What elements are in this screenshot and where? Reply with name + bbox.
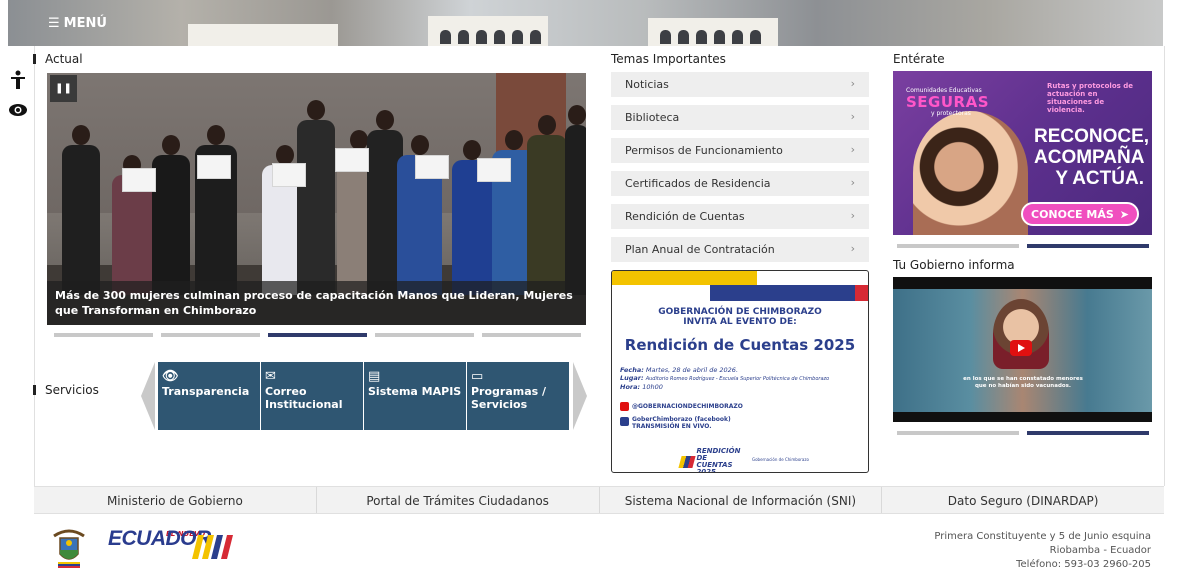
promo-headline: RECONOCE, ACOMPAÑA Y ACTÚA. <box>1034 126 1150 189</box>
gobierno-dots <box>897 431 1149 435</box>
slide-dot-active[interactable] <box>1027 431 1149 435</box>
envelope-icon: ✉ <box>265 369 276 384</box>
slide-dot[interactable] <box>54 333 153 337</box>
footer-link-dato-seguro[interactable]: Dato Seguro (DINARDAP) <box>882 487 1164 513</box>
poster-details: Fecha: Martes, 28 de abril de 2026. Luga… <box>620 366 830 391</box>
slide-dot[interactable] <box>897 244 1019 248</box>
eye-icon: 👁 <box>162 369 179 384</box>
flag-stripes-icon <box>192 535 233 559</box>
promo-right-top: Rutas y protocolos de actuación en situa… <box>1047 82 1134 114</box>
poster-org: GOBERNACIÓN DE CHIMBORAZO INVITA AL EVENT… <box>658 307 822 327</box>
pause-icon: ❚❚ <box>55 83 72 94</box>
person-accessibility-icon[interactable] <box>8 70 28 90</box>
section-title-actual: Actual <box>33 52 83 66</box>
slide-dot-active[interactable] <box>268 333 367 337</box>
chevron-right-icon: › <box>850 209 855 222</box>
video-subtitle: en los que se han constatado menores que… <box>963 376 1083 389</box>
slide-dot[interactable] <box>897 431 1019 435</box>
facebook-icon <box>620 417 629 426</box>
cursor-icon: ➤ <box>1119 207 1129 221</box>
enterate-dots <box>897 244 1149 248</box>
conoce-mas-button[interactable]: CONOCE MÁS ➤ <box>1021 202 1139 226</box>
service-correo[interactable]: ✉ Correo Institucional <box>261 362 363 430</box>
service-transparencia[interactable]: 👁 Transparencia <box>158 362 260 430</box>
service-programas[interactable]: ▭ Programas / Servicios <box>467 362 569 430</box>
section-title-servicios: Servicios <box>33 383 99 397</box>
play-button[interactable] <box>1010 340 1032 356</box>
chevron-right-icon: › <box>850 176 855 189</box>
book-icon: ▤ <box>368 369 381 384</box>
slide-dot[interactable] <box>161 333 260 337</box>
footer-link-ministerio[interactable]: Ministerio de Gobierno <box>34 487 317 513</box>
banner-building <box>188 24 338 46</box>
coat-of-arms-icon <box>50 526 88 570</box>
footer-address: Primera Constituyente y 5 de Junio esqui… <box>934 531 1151 570</box>
slider-dots <box>54 333 581 337</box>
footer-links: Ministerio de Gobierno Portal de Trámite… <box>34 486 1164 514</box>
youtube-icon <box>620 402 629 411</box>
promo-small2: y protectoras <box>931 110 971 117</box>
footer-link-sni[interactable]: Sistema Nacional de Información (SNI) <box>600 487 883 513</box>
folder-icon: ▭ <box>471 369 484 384</box>
enterate-promo-banner[interactable]: Comunidades Educativas SEGURAS y protect… <box>893 71 1152 235</box>
tema-biblioteca[interactable]: Biblioteca › <box>611 105 869 130</box>
tema-plan-anual[interactable]: Plan Anual de Contratación › <box>611 237 869 262</box>
slide-caption[interactable]: Más de 300 mujeres culminan proceso de c… <box>47 281 586 325</box>
tema-certificados[interactable]: Certificados de Residencia › <box>611 171 869 196</box>
tema-rendicion[interactable]: Rendición de Cuentas › <box>611 204 869 229</box>
promo-big: SEGURAS <box>906 93 990 111</box>
poster-event-title: Rendición de Cuentas 2025 <box>624 336 856 354</box>
section-title-gobierno: Tu Gobierno informa <box>893 258 1015 272</box>
chevron-right-icon: › <box>850 77 855 90</box>
play-icon <box>1017 344 1025 352</box>
poster-logo-sub: Gobernación de Chimborazo <box>752 457 809 462</box>
menu-label: MENÚ <box>63 16 107 31</box>
slide-dot-active[interactable] <box>1027 244 1149 248</box>
footer-link-portal[interactable]: Portal de Trámites Ciudadanos <box>317 487 600 513</box>
service-mapis[interactable]: ▤ Sistema MAPIS <box>364 362 466 430</box>
poster-logo: RENDICIÓN DE CUENTAS 2025 <box>678 448 744 472</box>
chevron-right-icon: › <box>850 143 855 156</box>
hamburger-icon: ☰ <box>48 16 60 31</box>
menu-button[interactable]: ☰ MENÚ <box>48 16 107 31</box>
chevron-right-icon: › <box>850 242 855 255</box>
poster-youtube: @GOBERNACIONDECHIMBORAZO <box>632 403 743 410</box>
poster-facebook: GoberChimborazo (facebook) TRANSMISIÓN EN… <box>632 416 731 430</box>
section-title-enterate: Entérate <box>893 52 945 66</box>
slide-dot[interactable] <box>375 333 474 337</box>
pause-button[interactable]: ❚❚ <box>50 75 77 102</box>
section-title-temas: Temas Importantes <box>611 52 726 66</box>
gobierno-video[interactable]: en los que se han constatado menores que… <box>893 277 1152 422</box>
eye-icon[interactable] <box>8 100 28 120</box>
slide-dot[interactable] <box>482 333 581 337</box>
header-banner: ☰ MENÚ <box>8 0 1163 46</box>
chevron-right-icon: › <box>850 110 855 123</box>
tema-permisos[interactable]: Permisos de Funcionamiento › <box>611 138 869 163</box>
promo-photo <box>913 111 1028 235</box>
tema-noticias[interactable]: Noticias › <box>611 72 869 97</box>
event-poster[interactable]: GOBERNACIÓN DE CHIMBORAZO INVITA AL EVENT… <box>611 270 869 473</box>
